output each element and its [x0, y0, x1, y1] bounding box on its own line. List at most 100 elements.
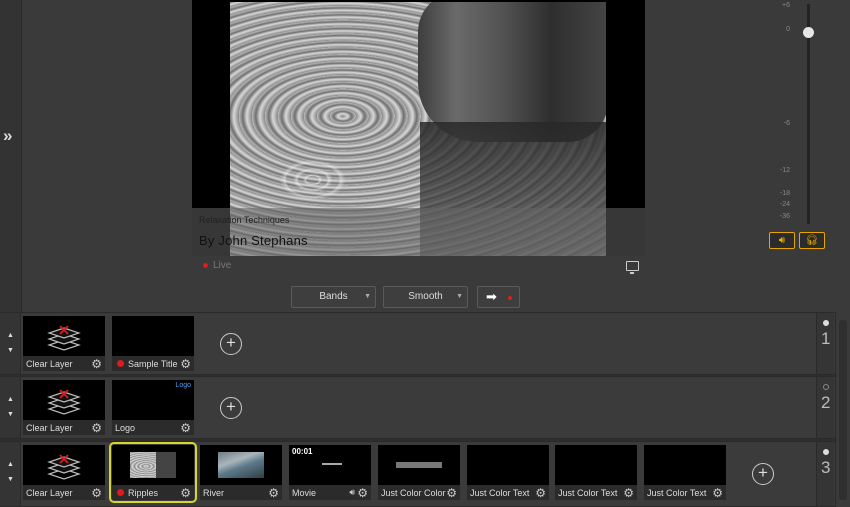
meter-tick: -18: [779, 190, 790, 197]
layers-panel: ▲ ▼ Clear Layer ⚙ Sample Title ⚙ + 1 ▲ ▼…: [0, 312, 850, 507]
layer-active-dot[interactable]: [823, 384, 829, 390]
transition-effect-dropdown[interactable]: Bands ▼: [291, 286, 376, 308]
input-clear-layer[interactable]: Clear Layer ⚙: [23, 380, 105, 435]
dropdown-arrow-icon: ▼: [364, 293, 371, 300]
layer-number-column: 3: [816, 442, 834, 506]
lower-third-subtitle: Relaxation Techniques: [199, 215, 290, 225]
logo-overlay-text: Logo: [175, 382, 191, 389]
take-transition-button[interactable]: ➡: [477, 286, 520, 308]
dropdown-arrow-icon: ▼: [456, 293, 463, 300]
layer-order-controls: ▲ ▼: [0, 442, 21, 506]
input-just-color-text[interactable]: Just Color Text ⚙: [555, 445, 637, 500]
input-ripples[interactable]: Ripples ⚙: [109, 442, 197, 503]
meter-tick: 0: [786, 26, 790, 33]
live-indicator-dot: [508, 296, 512, 300]
move-down-icon[interactable]: ▼: [7, 411, 14, 418]
input-label: Just Color Text: [558, 488, 618, 498]
meter-tick: -24: [779, 201, 790, 208]
layer-active-dot[interactable]: [823, 449, 829, 455]
gear-icon[interactable]: ⚙: [357, 487, 368, 499]
layer-row-3: ▲ ▼ Clear Layer ⚙ Ripples ⚙ River ⚙ 00:0…: [0, 441, 850, 507]
add-input-button[interactable]: +: [220, 397, 242, 419]
layer-order-controls: ▲ ▼: [0, 377, 21, 438]
gear-icon[interactable]: ⚙: [180, 422, 191, 434]
move-down-icon[interactable]: ▼: [7, 476, 14, 483]
gear-icon[interactable]: ⚙: [180, 358, 191, 370]
program-preview: Relaxation Techniques By John Stephans: [192, 0, 645, 256]
input-label: Sample Title: [128, 359, 178, 369]
gear-icon[interactable]: ⚙: [91, 487, 102, 499]
move-up-icon[interactable]: ▲: [7, 332, 14, 339]
double-chevron-right-icon[interactable]: »: [3, 127, 19, 144]
layer-order-controls: ▲ ▼: [0, 313, 21, 374]
rock-shape: [418, 2, 606, 142]
audio-volume-meter: +6 0 -6 -12 -18 -24 -36: [760, 0, 830, 230]
headphones-icon: 🎧︎: [805, 235, 819, 246]
transition-easing-dropdown[interactable]: Smooth ▼: [383, 286, 468, 308]
input-label: Clear Layer: [26, 423, 73, 433]
input-label: Movie: [292, 488, 317, 498]
add-input-button[interactable]: +: [220, 333, 242, 355]
river-thumbnail: [218, 452, 264, 478]
gear-icon[interactable]: ⚙: [623, 487, 634, 499]
meter-tick: +6: [782, 2, 790, 9]
input-label: Just Color Text: [470, 488, 530, 498]
clear-layers-icon: [47, 389, 81, 415]
gear-icon[interactable]: ⚙: [180, 487, 191, 499]
gear-icon[interactable]: ⚙: [535, 487, 546, 499]
layer-row-1: ▲ ▼ Clear Layer ⚙ Sample Title ⚙ + 1: [0, 312, 850, 375]
gear-icon[interactable]: ⚙: [446, 487, 457, 499]
lower-third-overlay: Relaxation Techniques By John Stephans: [192, 208, 645, 256]
input-label: Just Color Color: [381, 488, 446, 498]
color-bar-preview: [396, 462, 442, 468]
transition-easing-value: Smooth: [408, 291, 443, 302]
preview-status-row: Live: [192, 259, 645, 274]
live-indicator-dot: [117, 489, 124, 496]
input-label: Clear Layer: [26, 488, 73, 498]
move-up-icon[interactable]: ▲: [7, 461, 14, 468]
input-just-color-text[interactable]: Just Color Text ⚙: [467, 445, 549, 500]
input-sample-title[interactable]: Sample Title ⚙: [112, 316, 194, 371]
speaker-icon[interactable]: 🔊︎: [349, 487, 355, 498]
input-label: Just Color Text: [647, 488, 707, 498]
move-down-icon[interactable]: ▼: [7, 347, 14, 354]
input-label: Logo: [115, 423, 136, 433]
input-movie[interactable]: 00:01 Movie 🔊︎ ⚙: [289, 445, 371, 500]
input-logo[interactable]: Logo Logo ⚙: [112, 380, 194, 435]
input-label: Ripples: [128, 488, 159, 498]
speaker-icon: 🔊︎: [778, 235, 786, 246]
input-clear-layer[interactable]: Clear Layer ⚙: [23, 445, 105, 500]
scrollbar-thumb[interactable]: [839, 320, 847, 500]
input-just-color-text[interactable]: Just Color Text ⚙: [644, 445, 726, 500]
layer-row-2: ▲ ▼ Clear Layer ⚙ Logo Logo ⚙ + 2: [0, 376, 850, 439]
live-indicator-dot: [203, 263, 208, 268]
gear-icon[interactable]: ⚙: [91, 358, 102, 370]
layers-scrollbar[interactable]: [835, 312, 850, 507]
meter-tick: -36: [779, 213, 790, 220]
movie-frame-text: [322, 463, 342, 465]
transition-effect-value: Bands: [319, 291, 348, 302]
layer-active-dot[interactable]: [823, 320, 829, 326]
add-input-button[interactable]: +: [752, 463, 774, 485]
rock-shape: [156, 452, 176, 478]
live-label: Live: [213, 260, 232, 271]
movie-timecode: 00:01: [292, 447, 313, 456]
input-river[interactable]: River ⚙: [200, 445, 282, 500]
input-label: River: [203, 488, 225, 498]
input-clear-layer[interactable]: Clear Layer ⚙: [23, 316, 105, 371]
move-up-icon[interactable]: ▲: [7, 396, 14, 403]
gear-icon[interactable]: ⚙: [712, 487, 723, 499]
monitor-icon[interactable]: [626, 261, 639, 274]
volume-slider-handle[interactable]: [803, 27, 814, 38]
side-panel-toggle-strip: »: [0, 0, 22, 312]
layer-number: 3: [821, 458, 831, 477]
layer-number-column: 2: [816, 377, 834, 438]
input-label: Clear Layer: [26, 359, 73, 369]
input-just-color-color[interactable]: Just Color Color ⚙: [378, 445, 460, 500]
gear-icon[interactable]: ⚙: [268, 487, 279, 499]
gear-icon[interactable]: ⚙: [91, 422, 102, 434]
arrow-right-icon: ➡: [486, 289, 497, 304]
speaker-toggle-button[interactable]: 🔊︎: [769, 232, 795, 249]
headphones-toggle-button[interactable]: 🎧︎: [799, 232, 825, 249]
ripples-thumbnail: [130, 452, 176, 478]
